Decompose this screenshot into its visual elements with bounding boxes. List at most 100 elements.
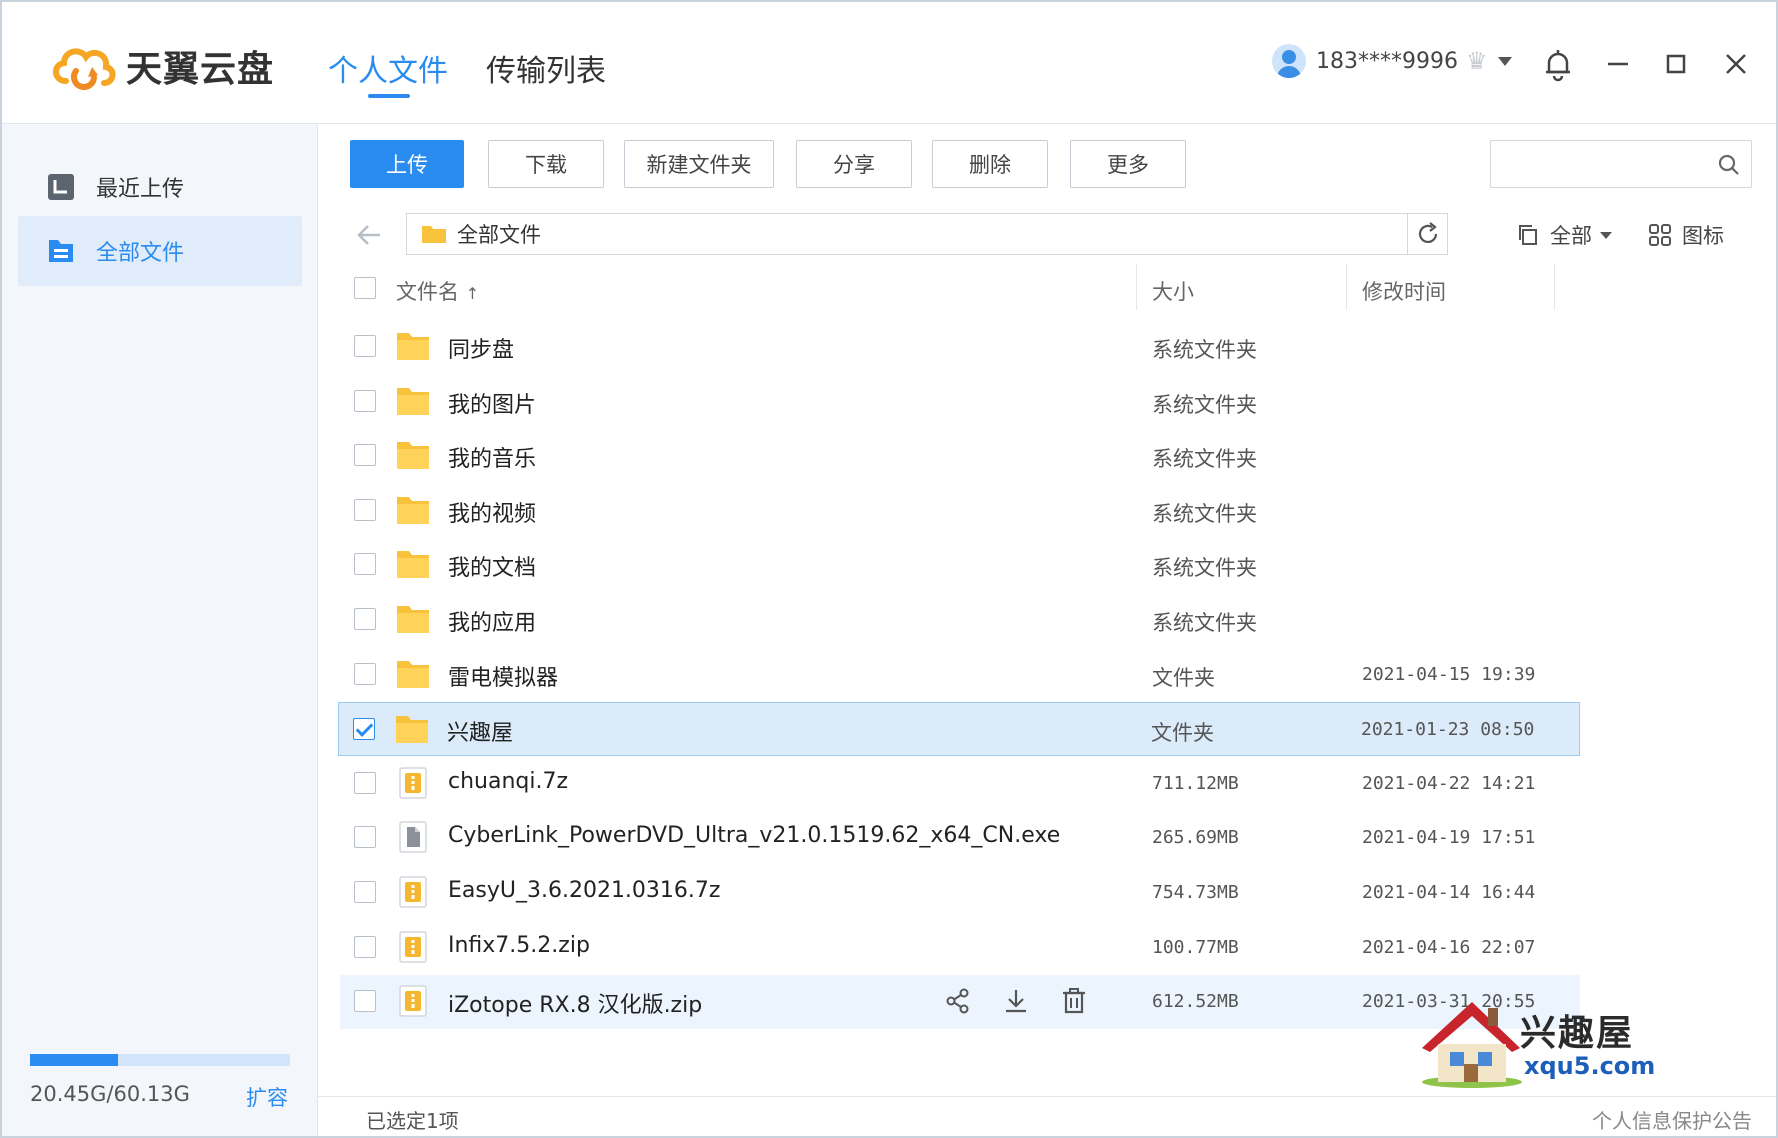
row-checkbox[interactable] [354,935,376,958]
row-checkbox[interactable] [354,608,376,630]
new-folder-button[interactable]: 新建文件夹 [624,140,774,188]
copy-icon [1519,225,1537,245]
row-checkbox[interactable] [354,990,376,1013]
minimize-icon[interactable] [1600,46,1636,82]
bell-icon[interactable] [1540,46,1576,82]
search-icon[interactable] [1717,153,1741,177]
tab-personal-files[interactable]: 个人文件 [328,46,448,90]
row-checkbox[interactable] [354,881,376,903]
row-checkbox[interactable] [354,826,376,849]
avatar[interactable] [1272,44,1306,78]
refresh-button[interactable] [1407,214,1447,254]
file-size: 系统文件夹 [1152,501,1257,526]
file-name[interactable]: 兴趣屋 [447,715,513,747]
file-size: 754.73MB [1152,882,1239,903]
table-row[interactable]: 雷电模拟器 文件夹 2021-04-15 19:39 [340,648,1580,702]
file-name[interactable]: 同步盘 [448,332,514,364]
file-name[interactable]: EasyU_3.6.2021.0316.7z [448,878,720,903]
filter-dropdown[interactable]: 全部 [1516,220,1612,250]
row-checkbox[interactable] [354,335,376,357]
file-name[interactable]: CyberLink_PowerDVD_Ultra_v21.0.1519.62_x… [448,823,1060,848]
user-phone: 183****9996 [1316,48,1458,74]
file-size: 文件夹 [1152,665,1215,690]
row-actions [944,987,1088,1015]
table-row[interactable]: 我的文档 系统文件夹 [340,538,1580,592]
table-row[interactable]: chuanqi.7z 711.12MB 2021-04-22 14:21 [340,757,1580,811]
file-name[interactable]: 雷电模拟器 [448,660,558,692]
file-name[interactable]: 我的音乐 [448,441,536,473]
table-row[interactable]: CyberLink_PowerDVD_Ultra_v21.0.1519.62_x… [340,811,1580,865]
sidebar-item-recent-upload[interactable]: 最近上传 [18,152,302,222]
active-tab-indicator [368,94,410,98]
table-row[interactable]: 我的图片 系统文件夹 [340,375,1580,429]
back-arrow-icon[interactable] [354,220,384,250]
storage-usage-fill [30,1054,119,1066]
table-row[interactable]: EasyU_3.6.2021.0316.7z 754.73MB 2021-04-14… [340,866,1580,920]
file-modified-time: 2021-01-23 08:50 [1361,719,1535,741]
table-row[interactable]: 兴趣屋 文件夹 2021-01-23 08:50 [338,702,1580,757]
file-name[interactable]: 我的应用 [448,605,536,637]
share-icon[interactable] [944,987,972,1015]
crown-icon: ♛ [1465,47,1488,75]
file-name[interactable]: 我的视频 [448,496,536,528]
privacy-notice-link[interactable]: 个人信息保护公告 [1592,1105,1752,1134]
file-name[interactable]: chuanqi.7z [448,769,568,794]
column-header-name[interactable]: 文件名 ↑ [396,276,479,306]
file-name[interactable]: 我的文档 [448,550,536,582]
column-header-modified[interactable]: 修改时间 [1362,276,1446,306]
download-icon[interactable] [1002,987,1030,1015]
tab-transfer-list[interactable]: 传输列表 [486,46,606,90]
row-checkbox[interactable] [354,389,376,412]
trash-icon[interactable] [1060,987,1088,1015]
column-divider[interactable] [1346,264,1347,310]
search-input[interactable] [1499,141,1699,185]
file-name[interactable]: iZotope RX.8 汉化版.zip [448,987,702,1019]
row-checkbox[interactable] [354,553,376,576]
file-name[interactable]: Infix7.5.2.zip [448,933,590,958]
table-row[interactable]: 我的音乐 系统文件夹 [340,429,1580,483]
status-bar: 已选定1项 个人信息保护公告 [318,1096,1776,1136]
view-mode-toggle[interactable]: 图标 [1648,220,1724,250]
file-name[interactable]: 我的图片 [448,387,536,419]
row-checkbox[interactable] [354,444,376,467]
download-button[interactable]: 下载 [488,140,604,188]
refresh-icon [1418,222,1437,243]
folder-icon [397,660,429,688]
row-checkbox[interactable] [354,771,376,794]
file-size: 100.77MB [1152,936,1239,958]
folder-icon [397,387,429,415]
table-row[interactable]: 同步盘 系统文件夹 [340,320,1580,374]
table-row[interactable]: 我的视频 系统文件夹 [340,484,1580,538]
maximize-icon[interactable] [1658,46,1694,82]
search-box [1490,140,1752,188]
sidebar-item-all-files[interactable]: 全部文件 [18,216,302,286]
table-row[interactable]: 我的应用 系统文件夹 [340,593,1580,647]
share-button[interactable]: 分享 [796,140,912,188]
column-header-size[interactable]: 大小 [1152,276,1194,306]
row-checkbox[interactable] [354,498,376,521]
header: 天翼云盘 个人文件 传输列表 183****9996 ♛ [2,2,1776,124]
more-button[interactable]: 更多 [1070,140,1186,188]
table-row[interactable]: Infix7.5.2.zip 100.77MB 2021-04-16 22:07 [340,921,1580,975]
chevron-down-icon[interactable] [1497,56,1512,66]
row-checkbox[interactable] [354,662,376,685]
delete-button[interactable]: 删除 [932,140,1048,188]
column-divider[interactable] [1136,264,1137,310]
close-icon[interactable] [1718,46,1754,82]
breadcrumb-current[interactable]: 全部文件 [457,219,541,249]
select-all-checkbox[interactable] [354,277,376,299]
storage-usage-bar [30,1054,290,1066]
grid-icon [1649,224,1671,246]
file-modified-time: 2021-04-22 14:21 [1362,772,1536,794]
expand-storage-link[interactable]: 扩容 [246,1082,288,1112]
column-divider[interactable] [1554,264,1555,310]
sort-arrow-icon: ↑ [465,284,480,303]
row-checkbox[interactable] [353,718,375,741]
table-row[interactable]: iZotope RX.8 汉化版.zip 612.52MB 2021-03-31 2… [340,975,1580,1030]
folder-icon [396,716,428,744]
file-size: 系统文件夹 [1152,392,1257,417]
folder-icon [397,333,429,360]
user-menu[interactable]: 183****9996 ♛ [1272,44,1512,78]
file-modified-time: 2021-04-19 17:51 [1362,827,1536,849]
upload-button[interactable]: 上传 [350,140,464,188]
